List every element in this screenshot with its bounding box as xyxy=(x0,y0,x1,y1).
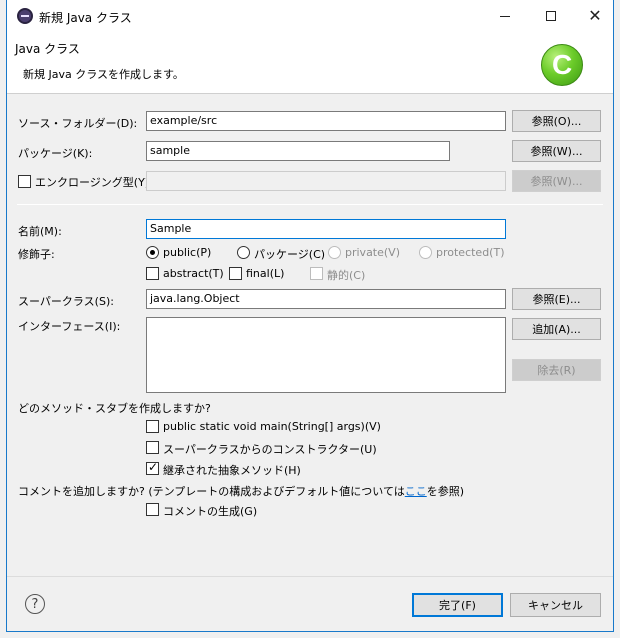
remove-interface-button[interactable]: 除去(R) xyxy=(512,359,601,381)
interfaces-label: インターフェース(I): xyxy=(18,320,121,333)
protected-radio[interactable] xyxy=(419,246,432,259)
modifiers-label: 修飾子: xyxy=(18,248,55,261)
maximize-icon xyxy=(546,11,556,21)
static-checkbox[interactable] xyxy=(310,267,323,280)
private-radio[interactable] xyxy=(328,246,341,259)
class-name-input[interactable]: Sample xyxy=(146,219,506,239)
enclosing-type-browse-button[interactable]: 参照(W)... xyxy=(512,170,601,192)
package-label: パッケージ(K): xyxy=(18,147,93,160)
inherited-abstract-methods-checkbox[interactable] xyxy=(146,460,159,475)
cancel-button[interactable]: キャンセル xyxy=(510,593,601,617)
source-folder-browse-button[interactable]: 参照(O)... xyxy=(512,110,601,132)
constructors-checkbox[interactable] xyxy=(146,441,159,454)
abstract-checkbox-label: abstract(T) xyxy=(163,267,224,280)
final-checkbox-label: final(L) xyxy=(246,267,285,280)
close-icon: ✕ xyxy=(588,6,602,25)
generate-comments-checkbox-label: コメントの生成(G) xyxy=(163,505,258,518)
main-method-checkbox-label: public static void main(String[] args)(V… xyxy=(163,420,381,433)
generate-comments-checkbox[interactable] xyxy=(146,503,159,516)
public-radio-label: public(P) xyxy=(163,246,212,259)
private-radio-label: private(V) xyxy=(345,246,400,259)
inherited-abstract-methods-checkbox-label: 継承された抽象メソッド(H) xyxy=(163,464,301,477)
minimize-icon xyxy=(500,15,510,17)
static-checkbox-label: 静的(C) xyxy=(327,269,366,282)
banner-description: 新規 Java クラスを作成します。 xyxy=(23,68,184,81)
package-private-radio-label: パッケージ(C) xyxy=(254,248,326,261)
superclass-label: スーパークラス(S): xyxy=(18,295,114,308)
wizard-banner: Java クラス 新規 Java クラスを作成します。 xyxy=(7,32,613,94)
enclosing-type-checkbox[interactable] xyxy=(18,175,31,188)
minimize-button[interactable] xyxy=(495,6,515,26)
package-private-radio[interactable] xyxy=(237,246,250,259)
final-checkbox[interactable] xyxy=(229,267,242,280)
enclosing-type-label: エンクロージング型(Y): xyxy=(35,176,153,189)
maximize-button[interactable] xyxy=(541,6,561,26)
java-class-wizard-icon xyxy=(541,44,583,86)
abstract-checkbox[interactable] xyxy=(146,267,159,280)
superclass-browse-button[interactable]: 参照(E)... xyxy=(512,288,601,310)
separator xyxy=(17,204,603,205)
eclipse-app-icon xyxy=(17,8,33,24)
main-method-checkbox[interactable] xyxy=(146,420,159,433)
method-stubs-question: どのメソッド・スタブを作成しますか? xyxy=(18,402,211,415)
add-interface-button[interactable]: 追加(A)... xyxy=(512,318,601,340)
protected-radio-label: protected(T) xyxy=(436,246,505,259)
interfaces-list[interactable] xyxy=(146,317,506,393)
source-folder-input[interactable]: example/src xyxy=(146,111,506,131)
comments-question-prefix: コメントを追加しますか? (テンプレートの構成およびデフォルト値については xyxy=(18,485,405,498)
package-input[interactable]: sample xyxy=(146,141,450,161)
window-title: 新規 Java クラス xyxy=(39,11,132,25)
close-button[interactable]: ✕ xyxy=(585,6,605,26)
superclass-input[interactable]: java.lang.Object xyxy=(146,289,506,309)
name-label: 名前(M): xyxy=(18,225,62,238)
finish-button[interactable]: 完了(F) xyxy=(412,593,503,617)
enclosing-type-input[interactable] xyxy=(146,171,506,191)
templates-preferences-link[interactable]: ここ xyxy=(405,485,427,498)
comments-question-suffix: を参照) xyxy=(426,485,465,498)
source-folder-label: ソース・フォルダー(D): xyxy=(18,117,138,130)
title-bar: 新規 Java クラス ✕ xyxy=(7,0,613,32)
help-icon[interactable]: ? xyxy=(25,594,45,614)
comments-question: コメントを追加しますか? (テンプレートの構成およびデフォルト値についてはここを… xyxy=(18,483,464,499)
public-radio[interactable] xyxy=(146,246,159,259)
package-browse-button[interactable]: 参照(W)... xyxy=(512,140,601,162)
constructors-checkbox-label: スーパークラスからのコンストラクター(U) xyxy=(163,443,377,456)
banner-title: Java クラス xyxy=(15,42,80,56)
new-java-class-dialog: 新規 Java クラス ✕ Java クラス 新規 Java クラスを作成します… xyxy=(6,0,614,632)
